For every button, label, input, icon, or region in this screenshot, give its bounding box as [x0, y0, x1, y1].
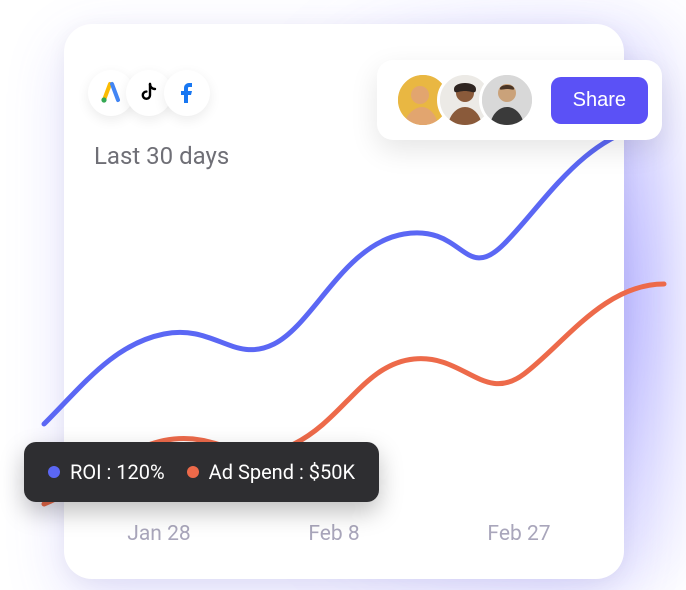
x-tick: Feb 8	[308, 522, 359, 546]
legend-roi-label: ROI : 120%	[70, 460, 165, 484]
share-panel: Share	[377, 60, 662, 140]
x-tick: Feb 27	[487, 522, 550, 546]
ad-spend-dot-icon	[187, 466, 199, 478]
analytics-card: Last 30 days Share Jan 28 Feb 8 Feb 27	[64, 24, 624, 579]
x-tick: Jan 28	[127, 522, 190, 546]
legend-roi: ROI : 120%	[48, 460, 165, 484]
roi-line	[44, 124, 654, 424]
facebook-icon	[164, 70, 210, 116]
collaborator-avatars	[395, 72, 535, 128]
share-button[interactable]: Share	[551, 77, 648, 124]
avatar	[479, 72, 535, 128]
legend-ad-spend-label: Ad Spend : $50K	[209, 460, 355, 484]
x-axis: Jan 28 Feb 8 Feb 27	[64, 522, 624, 552]
chart-legend: ROI : 120% Ad Spend : $50K	[24, 442, 379, 502]
platform-icon-row	[88, 70, 202, 116]
roi-dot-icon	[48, 466, 60, 478]
legend-ad-spend: Ad Spend : $50K	[187, 460, 355, 484]
